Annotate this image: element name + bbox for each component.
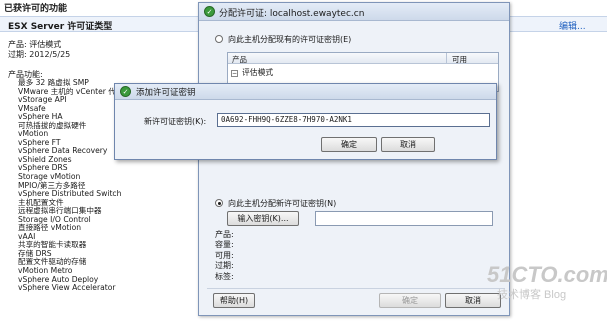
- watermark-brand: 51CTO.com: [487, 262, 607, 287]
- expires-line: 过期: 2012/5/25: [8, 50, 71, 59]
- license-table-header: 产品 可用: [228, 53, 498, 64]
- add-license-key-dialog: ✓ 添加许可证密钥 新许可证密钥(K): 0A692-FHH9Q-6ZZE8-7…: [114, 83, 497, 160]
- dialog-title: 分配许可证: localhost.ewaytec.cn: [219, 9, 365, 19]
- key-cancel-button[interactable]: 取消: [381, 137, 435, 152]
- watermark-tagline: 技术博客 Blog: [497, 289, 567, 301]
- cancel-button[interactable]: 取消: [445, 293, 501, 308]
- detail-expires: 过期:: [215, 261, 234, 271]
- detail-product: 产品:: [215, 230, 234, 239]
- detail-labels: 标签:: [215, 271, 234, 281]
- column-header-product[interactable]: 产品: [232, 54, 247, 65]
- option-new-label[interactable]: 向此主机分配新许可证密钥(N): [228, 198, 336, 209]
- column-separator: [446, 53, 447, 64]
- section-title: 已获许可的功能: [4, 4, 68, 14]
- column-header-available[interactable]: 可用: [452, 54, 467, 65]
- key-dialog-title: 添加许可证密钥: [136, 88, 196, 98]
- detail-available: 可用:: [215, 250, 234, 260]
- watermark: 51CTO.com 技术博客 Blog: [487, 262, 607, 301]
- row-label: 评估模式: [242, 68, 274, 77]
- table-row[interactable]: − 评估模式: [231, 67, 273, 78]
- license-key-input[interactable]: 0A692-FHH9Q-6ZZE8-7H970-A2NK1: [217, 113, 490, 127]
- edit-link[interactable]: 编辑...: [559, 19, 586, 32]
- license-type-title: ESX Server 许可证类型: [8, 22, 113, 32]
- enter-key-button[interactable]: 输入密钥(K)...: [227, 211, 299, 226]
- key-ok-button[interactable]: 确定: [321, 137, 377, 152]
- help-button[interactable]: 帮助(H): [213, 293, 255, 308]
- feature-item: vSphere View Accelerator: [18, 283, 116, 293]
- vmware-app-icon: ✓: [120, 86, 131, 97]
- detail-capacity: 容量:: [215, 240, 234, 250]
- radio-existing-key[interactable]: [215, 35, 223, 43]
- divider: [207, 288, 505, 289]
- vmware-app-icon: ✓: [204, 6, 215, 17]
- radio-new-key[interactable]: [215, 199, 223, 207]
- option-existing-label[interactable]: 向此主机分配现有的许可证密钥(E): [228, 34, 351, 45]
- collapse-icon[interactable]: −: [231, 69, 238, 77]
- features-list: 最多 32 路虚拟 SMP VMware 主机的 vCenter 代理 vStora…: [18, 78, 124, 293]
- product-line: 产品: 评估模式: [8, 40, 62, 49]
- key-display-field: [315, 211, 493, 226]
- key-dialog-titlebar: ✓ 添加许可证密钥: [115, 84, 496, 100]
- dialog-titlebar: ✓ 分配许可证: localhost.ewaytec.cn: [199, 3, 509, 21]
- ok-button[interactable]: 确定: [379, 293, 441, 308]
- key-field-label: 新许可证密钥(K):: [144, 117, 207, 126]
